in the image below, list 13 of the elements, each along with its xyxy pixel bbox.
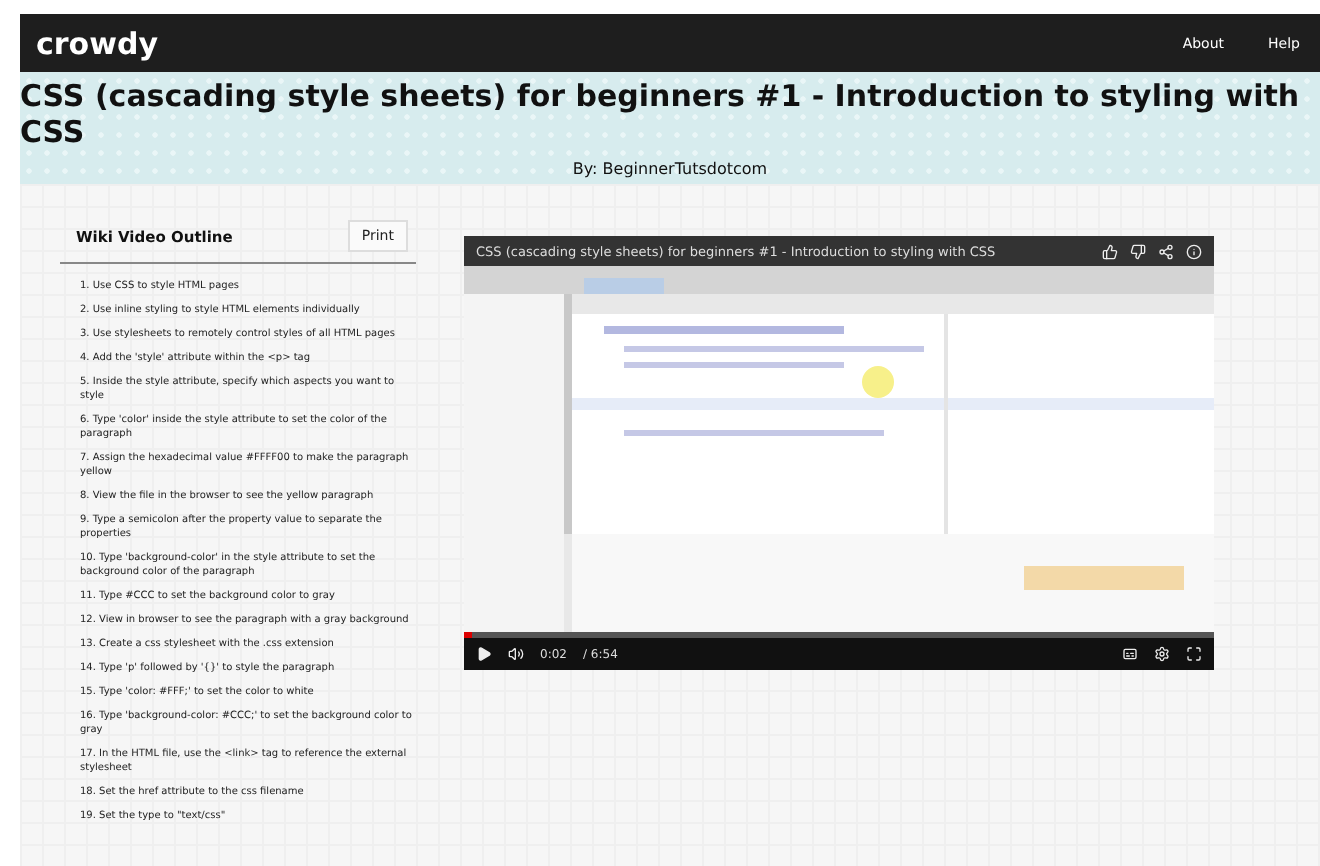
thumbs-down-icon[interactable] [1130,243,1146,259]
page-title: CSS (cascading style sheets) for beginners #1 - Introduction to styling with CSS [20,78,1302,150]
volume-icon[interactable] [508,646,524,662]
author-byline: By: BeginnerTutsdotcom [572,160,768,178]
progress-track[interactable] [464,632,1214,638]
settings-icon[interactable] [1154,646,1170,662]
info-icon[interactable] [1186,243,1202,259]
captions-icon[interactable] [1122,646,1138,662]
play-icon[interactable] [476,646,492,662]
fullscreen-icon[interactable] [1186,646,1202,662]
share-icon[interactable] [1158,243,1174,259]
logo[interactable]: crowdy [36,25,1139,61]
thumbs-up-icon[interactable] [1102,243,1118,259]
